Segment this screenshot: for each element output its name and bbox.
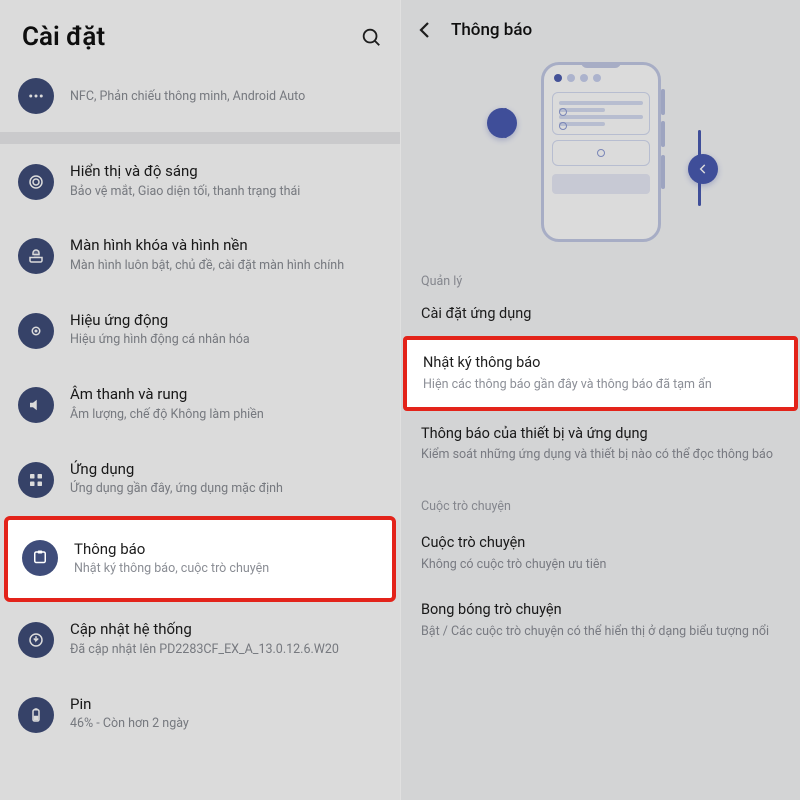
connection-row[interactable]: NFC, Phản chiếu thông minh, Android Auto (0, 68, 400, 132)
page-title: Cài đặt (22, 22, 105, 52)
settings-header: Cài đặt (0, 0, 400, 68)
display-row[interactable]: Hiển thị và độ sángBảo vệ mắt, Giao diện… (0, 144, 400, 218)
app-settings-row[interactable]: Cài đặt ứng dụng (401, 295, 800, 336)
apps-icon (18, 462, 54, 498)
notifications-row-highlighted[interactable]: Thông báoNhật ký thông báo, cuộc trò chu… (4, 516, 396, 602)
device-app-notifications-row[interactable]: Thông báo của thiết bị và ứng dụng Kiểm … (401, 411, 800, 478)
sound-icon (18, 387, 54, 423)
update-icon (18, 622, 54, 658)
notifications-header: Thông báo (401, 0, 800, 52)
search-icon[interactable] (360, 26, 382, 48)
back-icon[interactable] (413, 18, 437, 42)
notifications-pane: Thông báo Quản lý Cài đặt ứng dụng Nhật … (400, 0, 800, 800)
conversation-row[interactable]: Cuộc trò chuyện Không có cuộc trò chuyện… (401, 520, 800, 587)
apps-row[interactable]: Ứng dụngỨng dụng gần đây, ứng dụng mặc đ… (0, 442, 400, 516)
manage-label: Quản lý (401, 252, 800, 295)
sound-row[interactable]: Âm thanh và rungÂm lượng, chế độ Không l… (0, 367, 400, 441)
system-update-row[interactable]: Cập nhật hệ thốngĐã cập nhật lên PD2283C… (0, 602, 400, 676)
chat-bubbles-row[interactable]: Bong bóng trò chuyện Bật / Các cuộc trò … (401, 587, 800, 654)
more-icon (18, 78, 54, 114)
battery-row[interactable]: Pin46% - Còn hơn 2 ngày (0, 677, 400, 751)
conversation-label: Cuộc trò chuyện (401, 477, 800, 520)
settings-pane: Cài đặt NFC, Phản chiếu thông minh, Andr… (0, 0, 400, 800)
notifications-illustration (401, 52, 800, 252)
section-divider (0, 132, 400, 144)
display-icon (18, 164, 54, 200)
notification-log-row-highlighted[interactable]: Nhật ký thông báo Hiện các thông báo gần… (403, 336, 798, 411)
lockscreen-row[interactable]: Màn hình khóa và hình nềnMàn hình luôn b… (0, 218, 400, 292)
page-title: Thông báo (451, 20, 532, 40)
wallpaper-icon (18, 238, 54, 274)
animation-icon (18, 313, 54, 349)
connection-sub: NFC, Phản chiếu thông minh, Android Auto (70, 89, 382, 106)
battery-icon (18, 697, 54, 733)
notifications-icon (22, 540, 58, 576)
settings-list: Hiển thị và độ sángBảo vệ mắt, Giao diện… (0, 144, 400, 751)
animation-row[interactable]: Hiệu ứng độngHiệu ứng hình động cá nhân … (0, 293, 400, 367)
